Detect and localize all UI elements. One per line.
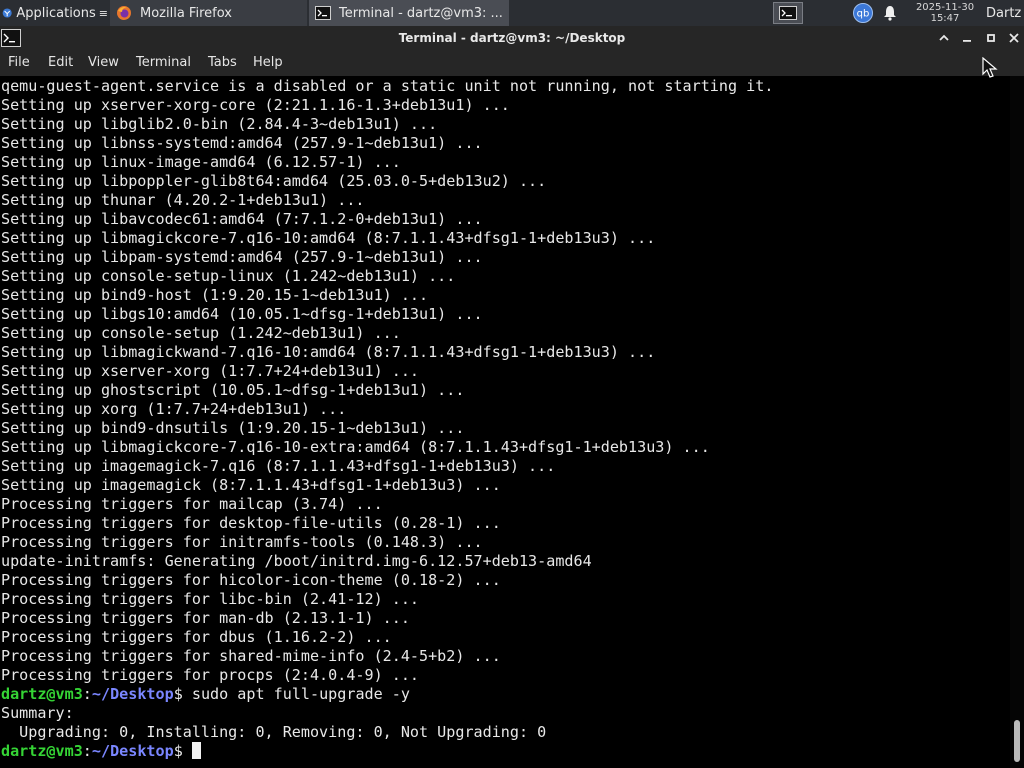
terminal-line: Upgrading: 0, Installing: 0, Removing: 0… xyxy=(1,723,547,741)
terminal-line: Processing triggers for initramfs-tools … xyxy=(1,533,483,551)
window-title: Terminal - dartz@vm3: ~/Desktop xyxy=(398,31,626,45)
taskbar-item-label: Terminal - dartz@vm3: ... xyxy=(339,5,503,21)
notifications-bell-icon[interactable] xyxy=(880,0,900,26)
terminal-line: Processing triggers for desktop-file-uti… xyxy=(1,514,501,532)
terminal-line: Setting up libnss-systemd:amd64 (257.9-1… xyxy=(1,134,483,152)
applications-menu-button[interactable]: Applications ≡ xyxy=(0,0,108,26)
text-cursor xyxy=(191,742,201,759)
menu-tabs[interactable]: Tabs xyxy=(208,50,237,76)
terminal-line: Setting up xserver-xorg-core (2:21.1.16-… xyxy=(1,96,510,114)
menu-indicator-icon: ≡ xyxy=(98,6,108,20)
terminal-line: Setting up console-setup (1.242~deb13u1)… xyxy=(1,324,401,342)
terminal-line: Setting up libmagickcore-7.q16-10:amd64 … xyxy=(1,229,656,247)
terminal-line: Processing triggers for dbus (1.16.2-2) … xyxy=(1,628,392,646)
prompt-separator: : xyxy=(82,742,92,760)
terminal-line: Processing triggers for hicolor-icon-the… xyxy=(1,571,501,589)
terminal-line: Setting up ghostscript (10.05.1~dfsg-1+d… xyxy=(1,381,465,399)
prompt-path: ~/Desktop xyxy=(91,742,174,760)
svg-text:qb: qb xyxy=(857,9,870,20)
terminal-icon xyxy=(779,6,797,20)
maximize-button[interactable] xyxy=(982,29,1000,47)
terminal-line: Setting up bind9-host (1:9.20.15-1~deb13… xyxy=(1,286,429,304)
user-name: Dartz xyxy=(986,5,1022,21)
firefox-icon xyxy=(117,6,131,20)
terminal-line: Processing triggers for mailcap (3.74) .… xyxy=(1,495,383,513)
terminal-lines: qemu-guest-agent.service is a disabled o… xyxy=(1,77,773,761)
prompt-user: dartz@vm3 xyxy=(1,685,83,703)
terminal-line: Setting up xserver-xorg (1:7.7+24+deb13u… xyxy=(1,362,420,380)
prompt-symbol: $ xyxy=(173,742,183,760)
terminal-line: Setting up imagemagick (8:7.1.1.43+dfsg1… xyxy=(1,476,501,494)
applications-label: Applications xyxy=(16,5,96,21)
prompt-user: dartz@vm3 xyxy=(1,742,83,760)
close-icon xyxy=(1009,33,1019,43)
active-prompt-line[interactable]: dartz@vm3:~/Desktop$ xyxy=(1,742,773,761)
terminal-line: Setting up xorg (1:7.7+24+deb13u1) ... xyxy=(1,400,347,418)
close-button[interactable] xyxy=(1005,29,1023,47)
qbittorrent-tray-icon[interactable]: qb xyxy=(852,0,874,26)
window-titlebar[interactable]: Terminal - dartz@vm3: ~/Desktop xyxy=(0,26,1024,50)
terminal-line: Processing triggers for shared-mime-info… xyxy=(1,647,501,665)
minimize-button[interactable] xyxy=(958,29,976,47)
terminal-line: update-initramfs: Generating /boot/initr… xyxy=(1,552,592,570)
qbittorrent-icon: qb xyxy=(853,3,873,23)
xfce-logo-icon xyxy=(2,8,12,18)
prompt-symbol: $ xyxy=(173,685,183,703)
taskbar-item-firefox[interactable]: Mozilla Firefox xyxy=(110,0,307,26)
prompt-separator: : xyxy=(82,685,92,703)
terminal-line: Processing triggers for procps (2:4.0.4-… xyxy=(1,666,420,684)
terminal-line: Summary: xyxy=(1,704,74,722)
terminal-line: Setting up libgs10:amd64 (10.05.1~dfsg-1… xyxy=(1,305,483,323)
menu-file[interactable]: File xyxy=(8,50,30,76)
menu-bar: File Edit View Terminal Tabs Help xyxy=(0,50,1024,76)
menu-terminal[interactable]: Terminal xyxy=(136,50,191,76)
terminal-line: Processing triggers for libc-bin (2.41-1… xyxy=(1,590,420,608)
terminal-line: Processing triggers for man-db (2.13.1-1… xyxy=(1,609,410,627)
scrollbar-thumb[interactable] xyxy=(1014,720,1020,762)
top-panel: Applications ≡ Mozilla Firefox Terminal … xyxy=(0,0,1024,26)
terminal-line: Setting up libavcodec61:amd64 (7:7.1.2-0… xyxy=(1,210,483,228)
panel-clock[interactable]: 2025-11-30 15:47 xyxy=(908,0,982,26)
menu-help[interactable]: Help xyxy=(253,50,283,76)
terminal-output[interactable]: qemu-guest-agent.service is a disabled o… xyxy=(0,76,1010,768)
taskbar-item-terminal[interactable]: Terminal - dartz@vm3: ... xyxy=(309,0,509,26)
terminal-scrollbar[interactable] xyxy=(1010,76,1024,768)
menu-view[interactable]: View xyxy=(88,50,119,76)
terminal-icon xyxy=(315,6,331,20)
terminal-line: Setting up bind9-dnsutils (1:9.20.15-1~d… xyxy=(1,419,465,437)
shade-button[interactable] xyxy=(935,29,953,47)
tray-terminal-launcher[interactable] xyxy=(772,0,804,26)
maximize-icon xyxy=(987,34,995,42)
menu-edit[interactable]: Edit xyxy=(48,50,73,76)
terminal-line: Setting up libmagickwand-7.q16-10:amd64 … xyxy=(1,343,656,361)
terminal-line: Setting up libglib2.0-bin (2.84.4-3~deb1… xyxy=(1,115,438,133)
prompt-path: ~/Desktop xyxy=(91,685,174,703)
minimize-icon xyxy=(963,40,971,42)
terminal-line: Setting up console-setup-linux (1.242~de… xyxy=(1,267,456,285)
command-prompt-line: dartz@vm3:~/Desktop$ sudo apt full-upgra… xyxy=(1,685,773,704)
user-menu[interactable]: Dartz xyxy=(986,0,1024,26)
bell-icon xyxy=(884,6,896,21)
terminal-line: Setting up imagemagick-7.q16 (8:7.1.1.43… xyxy=(1,457,556,475)
entered-command: sudo apt full-upgrade -y xyxy=(182,685,410,703)
clock-time: 15:47 xyxy=(930,13,960,24)
terminal-line: qemu-guest-agent.service is a disabled o… xyxy=(1,77,774,95)
clock-date: 2025-11-30 xyxy=(915,2,975,13)
terminal-line: Setting up linux-image-amd64 (6.12.57-1)… xyxy=(1,153,401,171)
chevron-up-icon xyxy=(939,34,949,41)
mouse-pointer-icon xyxy=(982,57,998,78)
taskbar-item-label: Mozilla Firefox xyxy=(140,5,232,21)
terminal-line: Setting up libpoppler-glib8t64:amd64 (25… xyxy=(1,172,547,190)
terminal-line: Setting up thunar (4.20.2-1+deb13u1) ... xyxy=(1,191,365,209)
terminal-line: Setting up libpam-systemd:amd64 (257.9-1… xyxy=(1,248,483,266)
terminal-line: Setting up libmagickcore-7.q16-10-extra:… xyxy=(1,438,710,456)
